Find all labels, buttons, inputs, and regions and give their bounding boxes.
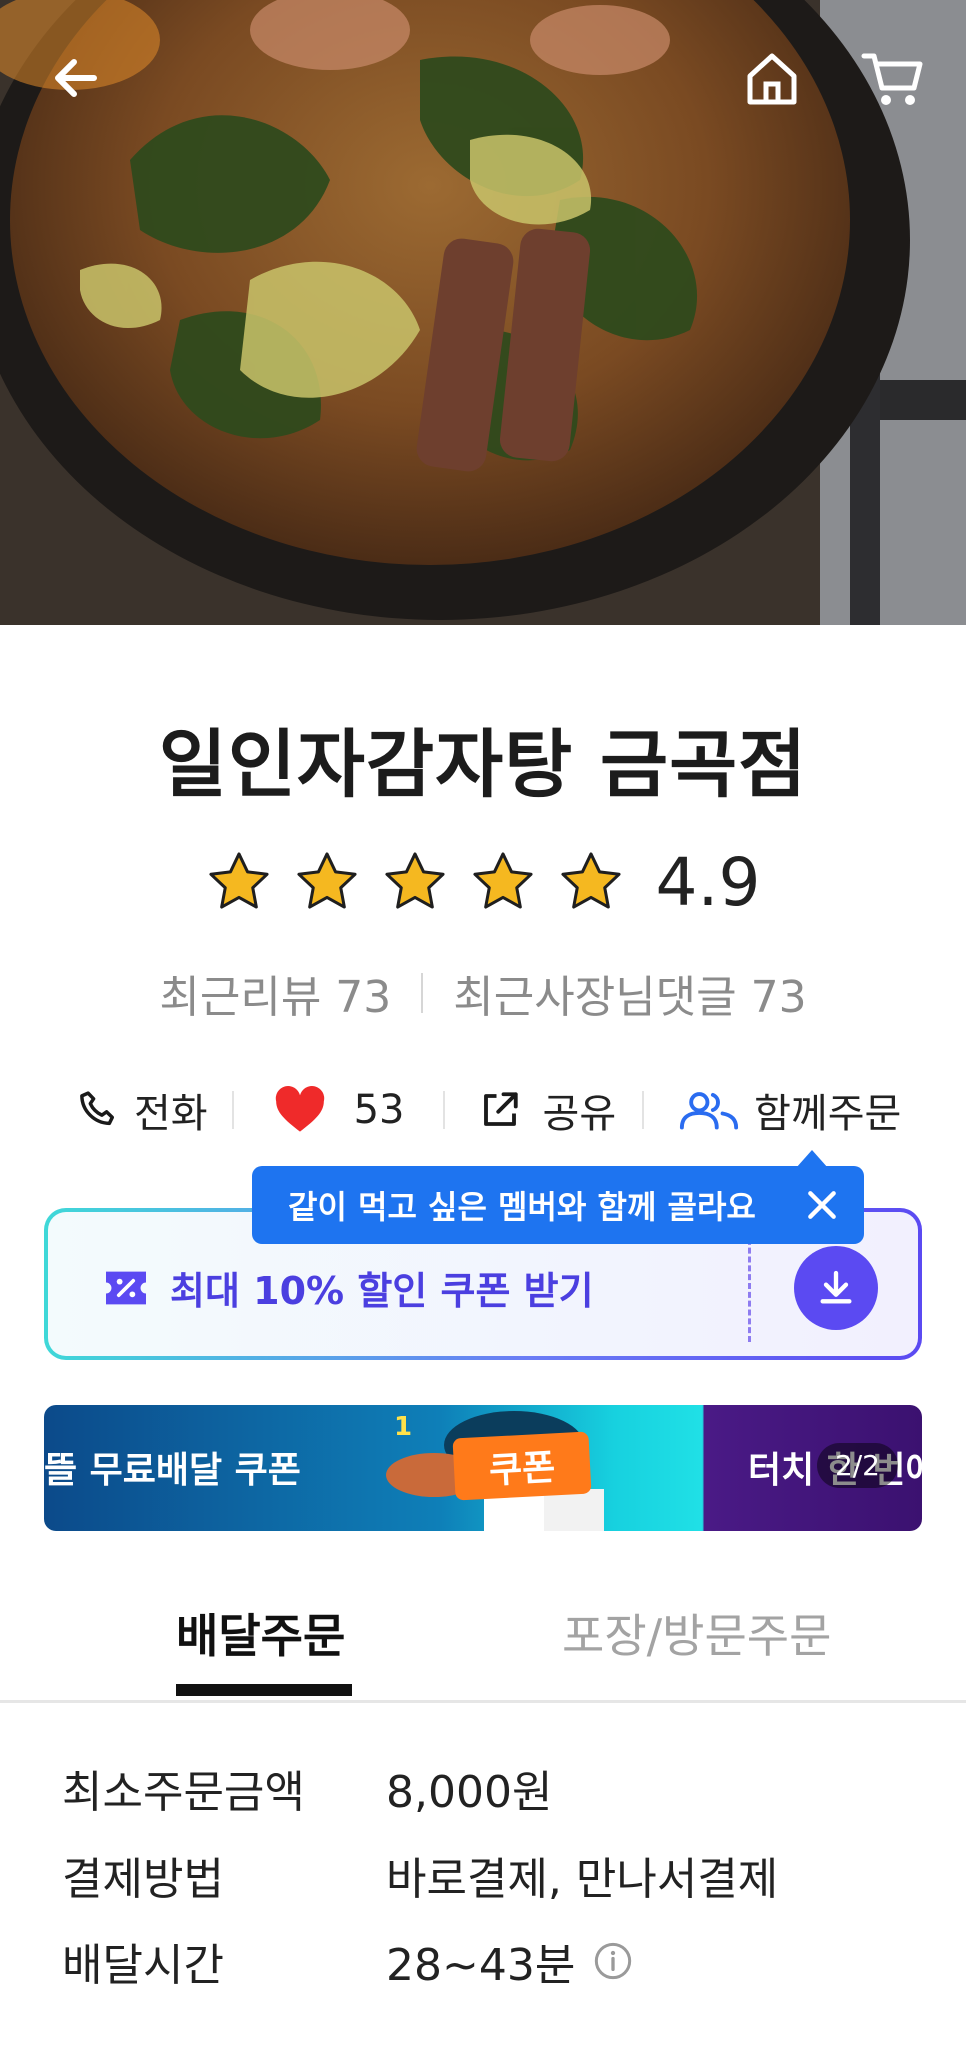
divider [231, 1091, 234, 1129]
tab-pickup[interactable]: 포장/방문주문 [562, 1600, 831, 1666]
payment-method-value: 바로결제, 만나서결제 [386, 1854, 779, 1905]
cart-icon [861, 53, 923, 105]
stew-pot-illustration [0, 0, 966, 625]
info-icon[interactable] [593, 1941, 633, 1981]
coupon-icon [106, 1271, 146, 1304]
delivery-time-label: 배달시간 [62, 1940, 224, 1991]
coupon-label: 최대 10% 할인 쿠폰 받기 [170, 1269, 594, 1313]
star-icon [560, 852, 621, 909]
arrow-left-icon [55, 59, 97, 97]
delivery-time-row: 배달시간 28~43분 [62, 1929, 633, 1993]
coupon-download-button[interactable] [794, 1246, 878, 1330]
min-order-row: 최소주문금액 8,000원 [62, 1756, 552, 1820]
share-label: 공유 [542, 1091, 617, 1137]
store-name: 일인자감자탕 금곡점 [158, 722, 808, 808]
recent-reviews-link[interactable]: 최근리뷰 73 [159, 961, 391, 1025]
promo-banner[interactable]: 뜰 무료배달 쿠폰 1 쿠폰 터치 한 번에 2/2 [44, 1405, 922, 1531]
store-hero-photo [0, 0, 966, 625]
share-button[interactable]: 공유 [479, 1081, 617, 1139]
delivery-time-value: 28~43분 [386, 1940, 576, 1991]
tooltip-text: 같이 먹고 싶은 멤버와 함께 골라요 [288, 1188, 756, 1226]
home-button[interactable] [732, 38, 812, 118]
banner-left-text: 뜰 무료배달 쿠폰 [44, 1450, 301, 1491]
store-actions: 전화 53 공유 함께주문 [40, 1072, 926, 1148]
payment-method-label: 결제방법 [62, 1854, 224, 1905]
svg-text:1: 1 [394, 1412, 412, 1442]
recent-owner-replies-link[interactable]: 최근사장님댓글 73 [453, 961, 806, 1025]
star-icon [208, 852, 269, 909]
divider [442, 1091, 445, 1129]
banner-page-counter: 2/2 [816, 1443, 898, 1488]
payment-method-row: 결제방법 바로결제, 만나서결제 [62, 1843, 778, 1907]
coupon-divider [748, 1230, 751, 1342]
banner-coupon-tag: 쿠폰 [452, 1431, 592, 1501]
delivery-time-value-group: 28~43분 [386, 1929, 633, 1993]
call-label: 전화 [134, 1091, 208, 1137]
star-icon [384, 852, 445, 909]
group-users-icon [680, 1092, 739, 1130]
group-order-tooltip: 같이 먹고 싶은 멤버와 함께 골라요 [252, 1166, 864, 1244]
phone-icon [80, 1091, 115, 1126]
rating-row: 4.9 [0, 838, 966, 926]
order-type-tabs: 배달주문 포장/방문주문 [0, 1590, 966, 1703]
heart-icon [275, 1086, 324, 1132]
like-button[interactable]: 53 [274, 1086, 405, 1134]
rating-value: 4.9 [655, 843, 761, 921]
active-tab-indicator [176, 1684, 352, 1696]
group-order-button[interactable]: 함께주문 [678, 1081, 901, 1139]
star-icon [296, 852, 357, 909]
coupon-label-group: 최대 10% 할인 쿠폰 받기 [104, 1260, 594, 1315]
share-icon [483, 1092, 518, 1126]
back-button[interactable] [36, 38, 116, 118]
review-summary: 최근리뷰 73 최근사장님댓글 73 [0, 958, 966, 1028]
like-count: 53 [353, 1087, 405, 1133]
star-rating [206, 849, 624, 915]
tab-delivery[interactable]: 배달주문 [176, 1600, 345, 1666]
min-order-label: 최소주문금액 [62, 1767, 305, 1818]
divider [421, 973, 424, 1013]
call-button[interactable]: 전화 [76, 1081, 208, 1139]
cart-button[interactable] [852, 38, 932, 118]
star-icon [472, 852, 533, 909]
download-icon [820, 1270, 852, 1304]
min-order-value: 8,000원 [386, 1767, 553, 1818]
close-icon[interactable] [802, 1185, 842, 1225]
home-icon [747, 53, 797, 105]
divider [642, 1091, 645, 1129]
group-order-label: 함께주문 [754, 1091, 902, 1137]
